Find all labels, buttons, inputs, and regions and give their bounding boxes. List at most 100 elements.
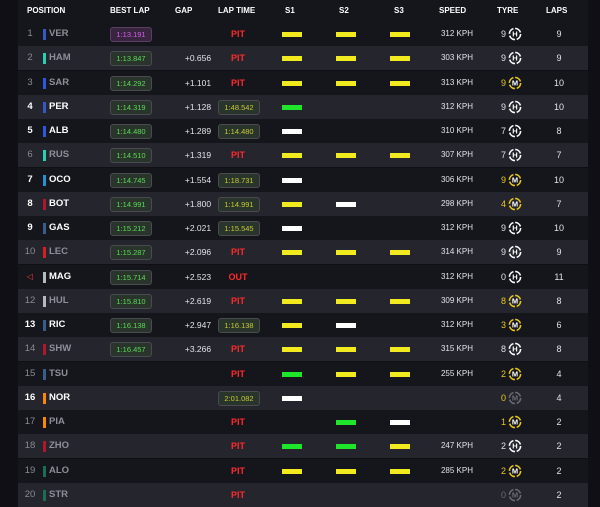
- timing-screen: POSITION BEST LAP GAP LAP TIME S1 S2 S3 …: [0, 0, 600, 507]
- table-row[interactable]: 17 PIA PIT 1 M 2: [18, 410, 588, 434]
- best-lap-time: 1:16.457: [110, 342, 152, 358]
- table-row[interactable]: 5 ALB 1:14.480 +1.289 1:14.480 310 KPH 7 H 8: [18, 119, 588, 143]
- tyre-age: 0: [500, 489, 506, 500]
- team-color-bar: [43, 29, 46, 40]
- driver-code[interactable]: PER: [49, 95, 69, 119]
- table-row[interactable]: 12 HUL 1:15.810 +2.619 PIT 309 KPH 8 M 8: [18, 288, 588, 313]
- sector-3-indicator: [390, 420, 410, 425]
- speed-trap: 309 KPH: [440, 295, 474, 305]
- driver-code[interactable]: MAG: [49, 265, 71, 289]
- tyre-age: 8: [500, 295, 506, 306]
- table-row[interactable]: 13 RIC 1:16.138 +2.947 1:16.138 312 KPH 3 M 6: [18, 313, 588, 337]
- best-lap-time: 1:16.138: [110, 318, 152, 333]
- pit-status: PIT: [230, 150, 245, 161]
- driver-code[interactable]: GAS: [49, 216, 70, 240]
- tyre-age: 1: [500, 417, 506, 427]
- driver-code[interactable]: OCO: [49, 168, 71, 192]
- sector-2-indicator: [336, 153, 356, 159]
- table-row[interactable]: 10 LEC 1:15.287 +2.096 PIT 314 KPH 9 H 9: [18, 240, 588, 265]
- driver-code[interactable]: NOR: [49, 386, 70, 410]
- hard-tyre-icon: H: [508, 100, 522, 114]
- table-row[interactable]: 18 ZHO PIT 247 KPH 2 H 2: [18, 434, 588, 459]
- driver-code[interactable]: STR: [49, 483, 68, 507]
- table-row[interactable]: 16 NOR 2:01.082 0 M 4: [18, 385, 588, 410]
- sector-3-indicator: [390, 347, 410, 353]
- table-row[interactable]: 20 STR PIT 0 M 2: [18, 482, 588, 507]
- driver-code[interactable]: SAR: [49, 71, 69, 95]
- sector-1-indicator: [282, 56, 302, 62]
- driver-code[interactable]: PIA: [49, 410, 65, 434]
- driver-code[interactable]: RUS: [49, 143, 69, 167]
- driver-code[interactable]: ALO: [49, 459, 69, 483]
- driver-code[interactable]: TSU: [49, 362, 68, 386]
- team-color-bar: [43, 247, 46, 259]
- medium-tyre-icon: M: [508, 197, 522, 211]
- driver-code[interactable]: HUL: [49, 289, 69, 313]
- position-number: 19: [24, 464, 36, 476]
- last-lap-time: 1:18.731: [218, 172, 260, 188]
- table-row[interactable]: 2 HAM 1:13.847 +0.656 PIT 303 KPH 9 H 9: [18, 46, 588, 71]
- position-number: 12: [24, 294, 36, 306]
- table-row[interactable]: 15 TSU PIT 255 KPH 2 M 4: [18, 361, 588, 386]
- team-color-bar: [43, 392, 46, 404]
- team-color-bar: [43, 174, 46, 186]
- speed-trap: 314 KPH: [440, 247, 474, 257]
- tyre-age: 9: [500, 223, 506, 233]
- laps-completed: 4: [556, 392, 562, 403]
- sector-3-indicator: [390, 250, 410, 256]
- best-lap-time: 1:14.480: [110, 124, 152, 139]
- team-color-bar: [43, 489, 46, 501]
- table-row[interactable]: 6 RUS 1:14.510 +1.319 PIT 307 KPH 7 H 7: [18, 143, 588, 168]
- position-number: 2: [27, 52, 33, 64]
- tyre-age: 9: [500, 29, 506, 39]
- medium-tyre-icon: M: [508, 367, 522, 380]
- table-row[interactable]: 8 BOT 1:14.991 +1.800 1:14.991 298 KPH 4 M 7: [18, 191, 588, 216]
- table-row[interactable]: 1 VER 1:13.191 PIT 312 KPH 9 H 9: [18, 22, 588, 46]
- tyre-age: 2: [500, 465, 506, 476]
- driver-code[interactable]: LEC: [49, 240, 68, 264]
- col-tyre: TYRE: [497, 6, 519, 15]
- driver-code[interactable]: BOT: [49, 192, 69, 216]
- driver-code[interactable]: HAM: [49, 46, 71, 70]
- sector-2-indicator: [336, 347, 356, 353]
- laps-completed: 7: [556, 150, 562, 161]
- svg-text:M: M: [512, 78, 518, 87]
- position-number: 20: [24, 488, 36, 500]
- sector-2-indicator: [336, 201, 356, 207]
- driver-code[interactable]: ZHO: [49, 434, 69, 458]
- sector-3-indicator: [390, 298, 410, 304]
- svg-text:M: M: [512, 321, 518, 330]
- svg-text:H: H: [512, 345, 517, 354]
- tyre-age: 3: [500, 320, 506, 330]
- driver-code[interactable]: VER: [49, 22, 69, 46]
- table-row[interactable]: 3 SAR 1:14.292 +1.101 PIT 313 KPH 9 M 10: [18, 70, 588, 95]
- driver-code[interactable]: ALB: [49, 119, 69, 143]
- sector-2-indicator: [336, 80, 356, 86]
- driver-code[interactable]: RIC: [49, 313, 65, 337]
- speed-trap: 312 KPH: [440, 223, 474, 232]
- sector-1-indicator: [282, 177, 302, 183]
- position-number: 4: [27, 100, 33, 112]
- best-lap-time: 1:13.191: [110, 27, 152, 42]
- position-number: 17: [24, 416, 36, 427]
- table-row[interactable]: 9 GAS 1:15.212 +2.021 1:15.545 312 KPH 9 H 10: [18, 216, 588, 240]
- laps-completed: 11: [554, 271, 564, 282]
- hard-tyre-icon: H: [508, 148, 522, 162]
- laps-completed: 8: [556, 295, 562, 306]
- svg-text:H: H: [512, 151, 517, 160]
- hard-tyre-icon: H: [508, 124, 522, 138]
- table-row[interactable]: ◁ MAG 1:15.714 +2.523 OUT 312 KPH 0 H 11: [18, 264, 588, 289]
- sector-2-indicator: [336, 32, 356, 37]
- table-row[interactable]: 14 SHW 1:16.457 +3.266 PIT 315 KPH 8 H 8: [18, 337, 588, 362]
- laps-completed: 9: [556, 53, 562, 64]
- table-row[interactable]: 4 PER 1:14.319 +1.128 1:48.542 312 KPH 9 H 10: [18, 94, 588, 119]
- sector-1-indicator: [282, 129, 302, 134]
- table-row[interactable]: 19 ALO PIT 285 KPH 2 M 2: [18, 458, 588, 483]
- driver-code[interactable]: SHW: [49, 337, 71, 361]
- sector-2-indicator: [336, 323, 356, 328]
- position-number: 1: [27, 28, 33, 39]
- team-color-bar: [43, 295, 46, 307]
- table-row[interactable]: 7 OCO 1:14.745 +1.554 1:18.731 306 KPH 9 M 10: [18, 167, 588, 192]
- sector-1-indicator: [282, 32, 302, 37]
- sector-1-indicator: [282, 347, 302, 353]
